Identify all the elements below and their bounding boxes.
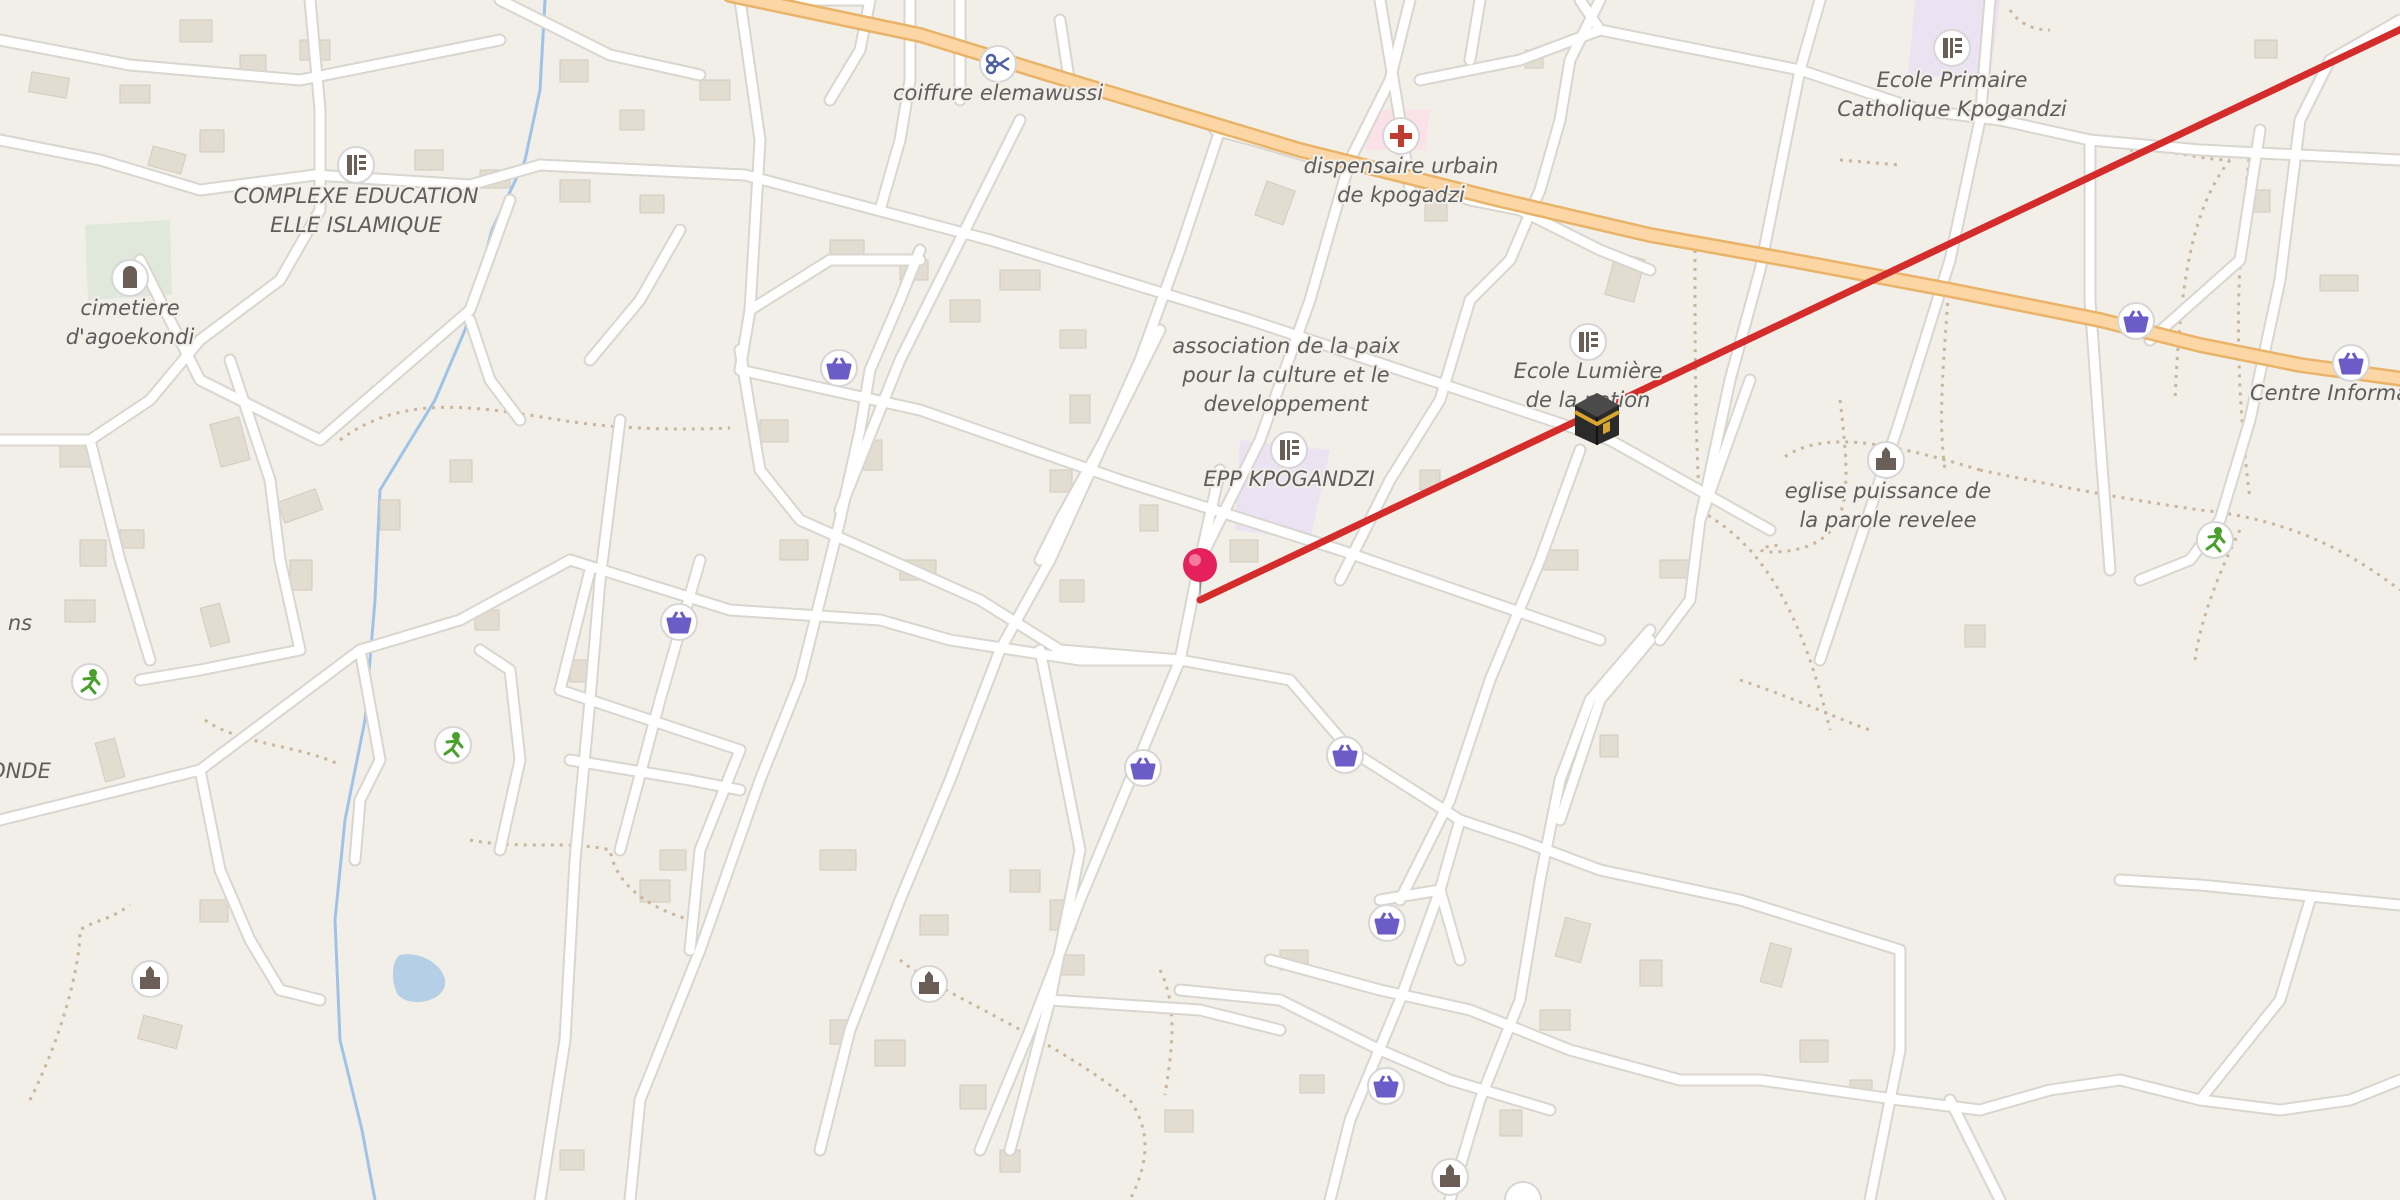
- label-centre: Centre Informa: [2250, 381, 2400, 405]
- label-epp: EPP KPOGANDZI: [1203, 467, 1374, 491]
- sports-icon[interactable]: [434, 726, 472, 764]
- label-eglise-line2: la parole revelee: [1799, 508, 1976, 532]
- label-partial-ns: ns: [8, 611, 32, 635]
- map-canvas[interactable]: coiffure elemawussi dispensaire urbain d…: [0, 0, 2400, 1200]
- sports-icon[interactable]: [2196, 521, 2234, 559]
- shopping-basket-icon[interactable]: [660, 603, 698, 641]
- label-association-line1: association de la paix: [1172, 334, 1400, 358]
- label-coiffure: coiffure elemawussi: [893, 81, 1103, 105]
- label-association-line3: developpement: [1204, 392, 1370, 416]
- label-ecole-primaire-line2: Catholique Kpogandzi: [1837, 97, 2067, 121]
- shopping-basket-icon[interactable]: [2117, 302, 2155, 340]
- shopping-basket-icon[interactable]: [820, 349, 858, 387]
- shopping-basket-icon[interactable]: [2332, 344, 2370, 382]
- shopping-basket-icon[interactable]: [1367, 1067, 1405, 1105]
- place-of-worship-icon[interactable]: [1867, 441, 1905, 479]
- school-icon[interactable]: [1569, 323, 1607, 361]
- label-dispensaire-line1: dispensaire urbain: [1304, 154, 1499, 178]
- label-cimetiere-line1: cimetiere: [80, 296, 179, 320]
- label-complexe-line2: ELLE ISLAMIQUE: [270, 213, 442, 237]
- label-association-line2: pour la culture et le: [1181, 363, 1389, 387]
- label-dispensaire-line2: de kpogadzi: [1337, 183, 1465, 207]
- shopping-basket-icon[interactable]: [1368, 904, 1406, 942]
- shopping-basket-icon[interactable]: [1124, 749, 1162, 787]
- school-icon[interactable]: [1270, 431, 1308, 469]
- first-aid-icon[interactable]: [1382, 117, 1420, 155]
- scissors-icon[interactable]: [979, 45, 1017, 83]
- label-ecole-primaire-line1: Ecole Primaire: [1877, 68, 2028, 92]
- cemetery-icon[interactable]: [111, 259, 149, 297]
- school-icon[interactable]: [337, 146, 375, 184]
- shopping-basket-icon[interactable]: [1326, 736, 1364, 774]
- place-of-worship-icon[interactable]: [1431, 1158, 1469, 1196]
- sports-icon[interactable]: [71, 663, 109, 701]
- label-ecole-lumiere-line1: Ecole Lumière: [1514, 359, 1663, 383]
- place-of-worship-icon[interactable]: [131, 960, 169, 998]
- school-icon[interactable]: [1933, 29, 1971, 67]
- place-of-worship-icon[interactable]: [910, 965, 948, 1003]
- label-cimetiere-line2: d'agoekondi: [66, 325, 195, 349]
- label-partial-onde: ONDE: [0, 759, 52, 783]
- label-complexe-line1: COMPLEXE EDUCATION: [234, 184, 479, 208]
- label-eglise-line1: eglise puissance de: [1785, 479, 1991, 503]
